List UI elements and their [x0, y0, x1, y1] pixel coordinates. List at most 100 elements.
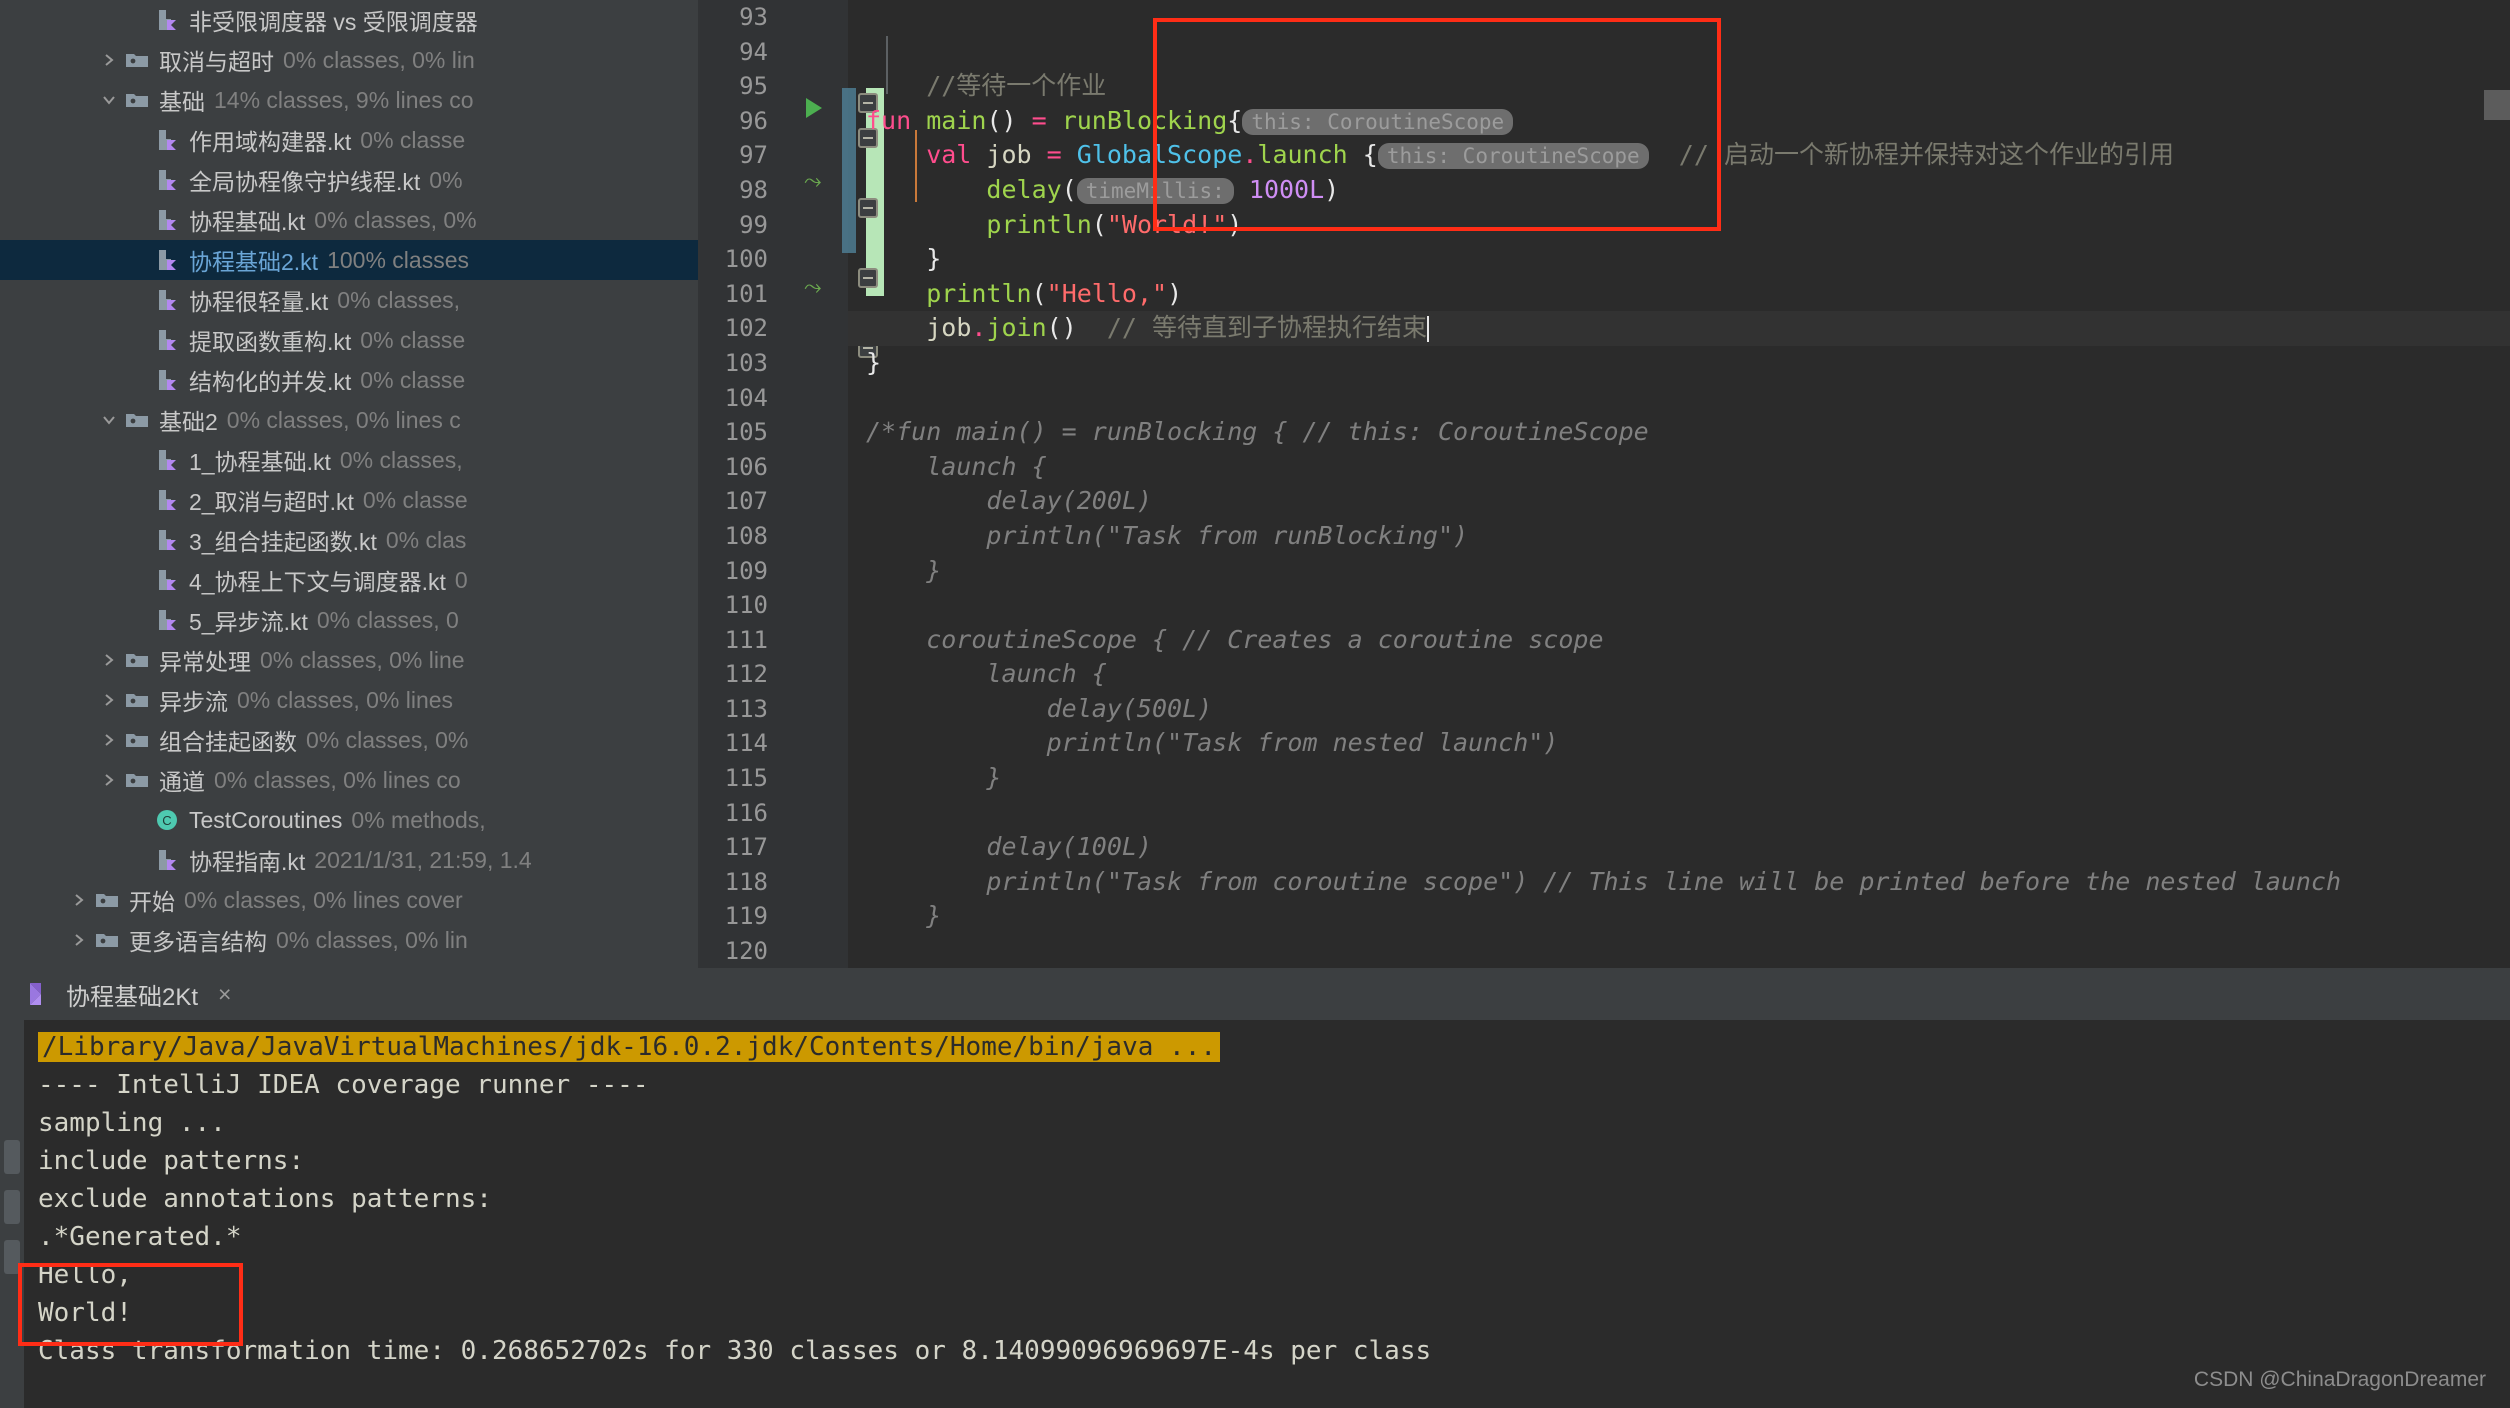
tree-row[interactable]: 全局协程像守护线程.kt0%	[0, 160, 700, 200]
code-token	[866, 210, 986, 239]
code-line[interactable]: delay(500L)	[848, 692, 2510, 727]
console-line: /Library/Java/JavaVirtualMachines/jdk-16…	[24, 1028, 2510, 1066]
code-line[interactable]: println("Task from runBlocking")	[848, 519, 2510, 554]
tree-row[interactable]: 协程基础.kt0% classes, 0%	[0, 200, 700, 240]
run-gutter-icon[interactable]	[806, 98, 822, 118]
chevron-right-icon[interactable]	[66, 880, 92, 920]
editor-marker-gutter[interactable]: ⤳ ⤳	[778, 0, 848, 968]
console-tab-bar[interactable]: 协程基础2Kt ×	[0, 968, 2510, 1020]
code-line[interactable]: //等待一个作业	[848, 69, 2510, 104]
code-token: // 启动一个新协程并保持对这个作业的引用	[1649, 140, 2174, 169]
code-token: ()	[1047, 313, 1077, 342]
line-number: 102	[700, 311, 778, 346]
chevron-down-icon[interactable]	[96, 80, 122, 120]
code-line[interactable]: job.join() // 等待直到子协程执行结束	[848, 311, 2510, 346]
code-line[interactable]: fun main() = runBlocking{this: Coroutine…	[848, 104, 2510, 139]
tree-row[interactable]: 3_组合挂起函数.kt0% clas	[0, 520, 700, 560]
tree-row-label: 基础2	[159, 403, 218, 437]
code-line[interactable]: }	[848, 346, 2510, 381]
code-line[interactable]: println("World!")	[848, 208, 2510, 243]
code-token: println	[926, 279, 1031, 308]
tree-row[interactable]: 组合挂起函数0% classes, 0%	[0, 720, 700, 760]
tree-row[interactable]: 取消与超时0% classes, 0% lin	[0, 40, 700, 80]
line-number: 104	[700, 381, 778, 416]
kotlin-file-icon	[152, 320, 182, 360]
code-token: launch {	[866, 659, 1107, 688]
console-toolbar-button-2[interactable]	[4, 1190, 20, 1224]
tree-row-label: 开始	[129, 883, 175, 917]
console-left-toolbar[interactable]	[0, 1020, 24, 1408]
chevron-right-icon[interactable]	[96, 760, 122, 800]
console-toolbar-button-3[interactable]	[4, 1240, 20, 1274]
code-line[interactable]: println("Task from coroutine scope") // …	[848, 865, 2510, 900]
code-line[interactable]: }	[848, 761, 2510, 796]
code-line[interactable]: delay(200L)	[848, 484, 2510, 519]
tree-row[interactable]: 非受限调度器 vs 受限调度器	[0, 0, 700, 40]
chevron-right-icon[interactable]	[96, 40, 122, 80]
console-toolbar-button-1[interactable]	[4, 1140, 20, 1174]
tree-row[interactable]: 作用域构建器.kt0% classe	[0, 120, 700, 160]
folder-icon	[122, 400, 152, 440]
chevron-right-icon[interactable]	[96, 680, 122, 720]
code-line[interactable]: delay(timeMillis: 1000L)	[848, 173, 2510, 208]
tree-row-coverage: 0% classes, 0%	[314, 207, 476, 234]
chevron-right-icon[interactable]	[96, 640, 122, 680]
code-line[interactable]: }	[848, 242, 2510, 277]
tree-row[interactable]: 4_协程上下文与调度器.kt0	[0, 560, 700, 600]
code-line[interactable]	[848, 588, 2510, 623]
tree-row[interactable]: 通道0% classes, 0% lines co	[0, 760, 700, 800]
tree-row[interactable]: CTestCoroutines0% methods,	[0, 800, 700, 840]
tree-row[interactable]: 更多语言结构0% classes, 0% lin	[0, 920, 700, 960]
tree-row-indent	[0, 40, 122, 80]
tree-row-label: 协程指南.kt	[189, 843, 305, 877]
code-line[interactable]: println("Hello,")	[848, 277, 2510, 312]
code-line[interactable]: delay(100L)	[848, 830, 2510, 865]
code-line[interactable]: launch {	[848, 450, 2510, 485]
tree-row[interactable]: 协程指南.kt2021/1/31, 21:59, 1.4	[0, 840, 700, 880]
console-line-text: /Library/Java/JavaVirtualMachines/jdk-16…	[38, 1032, 1220, 1062]
close-icon[interactable]: ×	[218, 981, 231, 1008]
console-output[interactable]: /Library/Java/JavaVirtualMachines/jdk-16…	[24, 1020, 2510, 1408]
code-line[interactable]: launch {	[848, 657, 2510, 692]
folder-icon	[92, 880, 122, 920]
folder-icon	[122, 40, 152, 80]
chevron-right-icon[interactable]	[66, 920, 92, 960]
tree-row[interactable]: 协程基础2.kt100% classes	[0, 240, 700, 280]
code-line[interactable]: }	[848, 554, 2510, 589]
tree-row[interactable]: 基础14% classes, 9% lines co	[0, 80, 700, 120]
coverage-tree-panel[interactable]: 非受限调度器 vs 受限调度器取消与超时0% classes, 0% lin基础…	[0, 0, 700, 968]
code-line[interactable]: val job = GlobalScope.launch {this: Coro…	[848, 138, 2510, 173]
code-line[interactable]	[848, 934, 2510, 968]
tree-row[interactable]: 提取函数重构.kt0% classe	[0, 320, 700, 360]
code-line[interactable]	[848, 0, 2510, 35]
tree-row[interactable]: 异常处理0% classes, 0% line	[0, 640, 700, 680]
code-line[interactable]: }	[848, 899, 2510, 934]
code-token: fun	[866, 106, 926, 135]
code-line[interactable]: /*fun main() = runBlocking { // this: Co…	[848, 415, 2510, 450]
tree-row-label: 通道	[159, 763, 205, 797]
code-line[interactable]	[848, 796, 2510, 831]
code-editor[interactable]: 9394959697989910010110210310410510610710…	[700, 0, 2510, 968]
tree-row[interactable]: 基础20% classes, 0% lines c	[0, 400, 700, 440]
tree-row-coverage: 0% classe	[360, 127, 465, 154]
chevron-right-icon[interactable]	[96, 720, 122, 760]
tree-row[interactable]: 集合0% classes, 0% li	[0, 960, 700, 968]
code-line[interactable]	[848, 381, 2510, 416]
code-token: delay(100L)	[866, 832, 1152, 861]
tree-row[interactable]: 开始0% classes, 0% lines cover	[0, 880, 700, 920]
run-console-panel[interactable]: 协程基础2Kt × /Library/Java/JavaVirtualMachi…	[0, 968, 2510, 1408]
editor-code-lines[interactable]: //等待一个作业fun main() = runBlocking{this: C…	[848, 0, 2510, 968]
code-line[interactable]: coroutineScope { // Creates a coroutine …	[848, 623, 2510, 658]
code-line[interactable]: println("Task from nested launch")	[848, 726, 2510, 761]
code-line[interactable]	[848, 35, 2510, 70]
tree-row[interactable]: 5_异步流.kt0% classes, 0	[0, 600, 700, 640]
chevron-right-icon[interactable]	[66, 960, 92, 968]
tree-row[interactable]: 异步流0% classes, 0% lines	[0, 680, 700, 720]
tree-row[interactable]: 2_取消与超时.kt0% classe	[0, 480, 700, 520]
tree-row[interactable]: 1_协程基础.kt0% classes,	[0, 440, 700, 480]
chevron-down-icon[interactable]	[96, 400, 122, 440]
tree-row[interactable]: 协程很轻量.kt0% classes,	[0, 280, 700, 320]
tree-row-coverage: 0% classe	[360, 327, 465, 354]
folder-icon	[92, 960, 122, 968]
tree-row[interactable]: 结构化的并发.kt0% classe	[0, 360, 700, 400]
